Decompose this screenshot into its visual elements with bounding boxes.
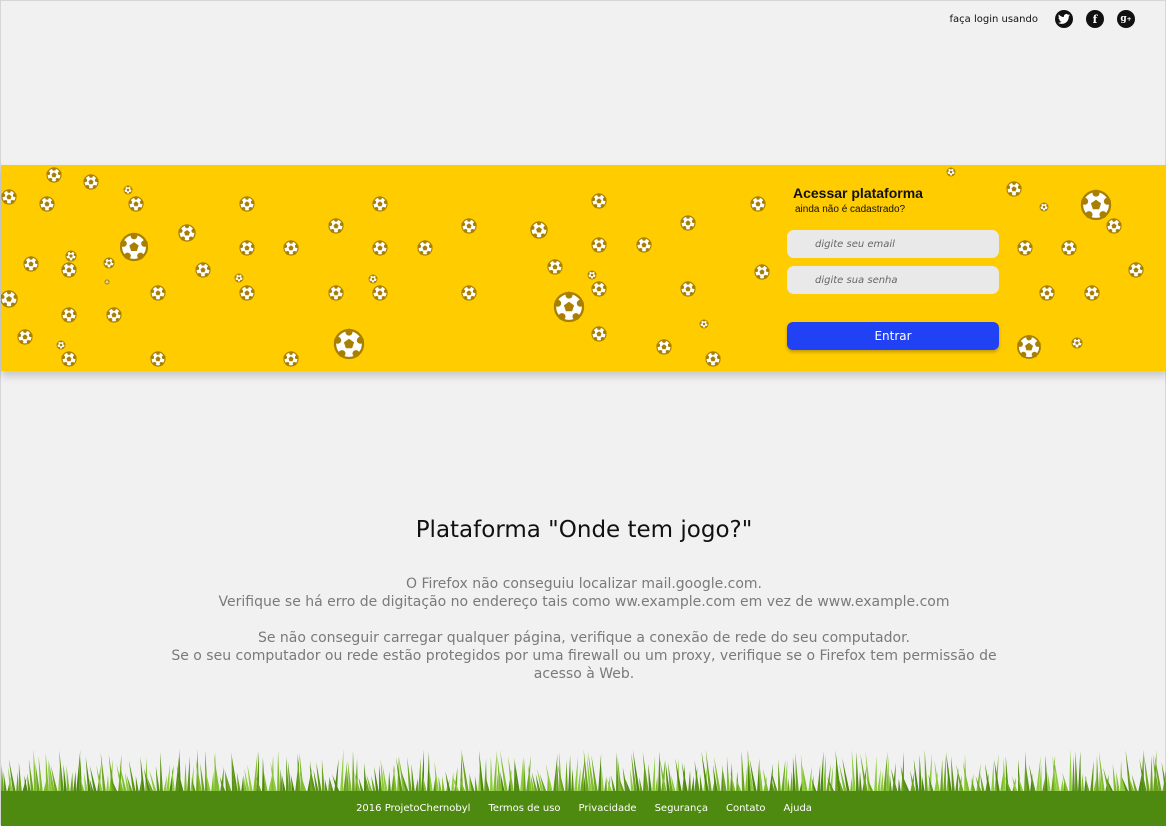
soccer-ball-icon (372, 285, 388, 301)
soccer-ball-icon (1080, 189, 1112, 221)
soccer-ball-icon (234, 273, 244, 283)
hero-band: Acessar plataforma ainda não é cadastrad… (1, 165, 1166, 371)
login-panel: Acessar plataforma ainda não é cadastrad… (787, 185, 1001, 350)
social-login-label: faça login usando (949, 13, 1038, 25)
error-line-3: Se não conseguir carregar qualquer págin… (257, 630, 911, 646)
footer-copyright: 2016 ProjetoChernobyl (356, 803, 471, 814)
soccer-ball-icon (1106, 218, 1122, 234)
soccer-ball-icon (283, 351, 299, 367)
soccer-ball-icon (547, 259, 563, 275)
soccer-ball-icon (17, 329, 33, 345)
soccer-ball-icon (553, 291, 585, 323)
soccer-ball-icon (1071, 337, 1083, 349)
soccer-ball-icon (150, 285, 166, 301)
google-plus-icon[interactable]: g + (1117, 10, 1135, 28)
soccer-ball-icon (1061, 240, 1077, 256)
grass-decoration (1, 749, 1166, 793)
soccer-ball-icon (1128, 262, 1144, 278)
soccer-ball-icon (328, 285, 344, 301)
soccer-ball-icon (178, 224, 196, 242)
soccer-ball-icon (56, 340, 66, 350)
soccer-ball-icon (150, 351, 166, 367)
soccer-ball-icon (103, 257, 115, 269)
soccer-ball-icon (46, 167, 62, 183)
signup-link[interactable]: ainda não é cadastrado? (795, 204, 1001, 215)
soccer-ball-icon (65, 250, 77, 262)
soccer-ball-icon (1, 290, 18, 308)
soccer-ball-icon (372, 196, 388, 212)
error-message: O Firefox não conseguiu localizar mail.g… (1, 575, 1166, 683)
soccer-ball-icon (1, 189, 17, 205)
soccer-ball-icon (591, 237, 607, 253)
soccer-ball-icon (656, 339, 672, 355)
soccer-ball-icon (680, 281, 696, 297)
soccer-ball-icon (83, 174, 99, 190)
footer-link-terms[interactable]: Termos de uso (488, 803, 560, 814)
soccer-ball-icon (372, 240, 388, 256)
soccer-ball-icon (461, 285, 477, 301)
soccer-ball-icon (61, 262, 77, 278)
facebook-icon[interactable]: f (1086, 10, 1104, 28)
soccer-ball-icon (750, 196, 766, 212)
soccer-ball-icon (1017, 240, 1033, 256)
soccer-ball-icon (461, 218, 477, 234)
soccer-ball-icon (106, 307, 122, 323)
soccer-ball-icon (1017, 334, 1041, 359)
soccer-ball-icon (1039, 285, 1055, 301)
soccer-ball-icon (754, 264, 770, 280)
soccer-ball-icon (104, 279, 110, 285)
soccer-ball-icon (680, 215, 696, 231)
footer-link-contact[interactable]: Contato (726, 803, 766, 814)
soccer-ball-icon (119, 232, 149, 262)
login-panel-title: Acessar plataforma (793, 185, 923, 201)
footer-link-privacy[interactable]: Privacidade (579, 803, 637, 814)
soccer-ball-icon (283, 240, 299, 256)
soccer-ball-icon (123, 185, 133, 195)
soccer-ball-icon (591, 326, 607, 342)
soccer-ball-icon (946, 167, 956, 177)
soccer-ball-icon (61, 307, 77, 323)
soccer-ball-icon (333, 328, 365, 360)
social-login-bar: faça login usando f g + (950, 10, 1135, 28)
error-line-4: Se o seu computador ou rede estão proteg… (171, 648, 997, 682)
soccer-ball-icon (530, 221, 548, 239)
error-line-1: O Firefox não conseguiu localizar mail.g… (405, 576, 763, 592)
twitter-icon[interactable] (1055, 10, 1073, 28)
soccer-ball-icon (591, 193, 607, 209)
soccer-ball-icon (705, 351, 721, 367)
error-line-2: Verifique se há erro de digitação no end… (218, 594, 950, 610)
soccer-ball-icon (128, 196, 144, 212)
soccer-ball-icon (239, 285, 255, 301)
soccer-ball-icon (23, 256, 39, 272)
soccer-ball-icon (1006, 181, 1022, 197)
login-button[interactable]: Entrar (787, 322, 999, 350)
soccer-ball-icon (1084, 285, 1100, 301)
soccer-ball-icon (239, 196, 255, 212)
soccer-ball-icon (39, 196, 55, 212)
soccer-ball-icon (195, 262, 211, 278)
page-title: Plataforma "Onde tem jogo?" (415, 517, 753, 543)
soccer-ball-icon (587, 270, 597, 280)
soccer-ball-icon (61, 351, 77, 367)
soccer-ball-icon (328, 218, 344, 234)
soccer-ball-icon (239, 240, 255, 256)
soccer-ball-icon (636, 237, 652, 253)
footer-link-help[interactable]: Ajuda (784, 803, 812, 814)
email-input[interactable] (787, 230, 999, 258)
footer-link-security[interactable]: Segurança (655, 803, 708, 814)
soccer-ball-icon (699, 319, 709, 329)
soccer-ball-icon (368, 274, 378, 284)
password-input[interactable] (787, 266, 999, 294)
soccer-ball-icon (417, 240, 433, 256)
soccer-ball-icon (1039, 202, 1049, 212)
soccer-ball-icon (591, 281, 607, 297)
footer: 2016 ProjetoChernobyl Termos de uso Priv… (1, 791, 1166, 826)
